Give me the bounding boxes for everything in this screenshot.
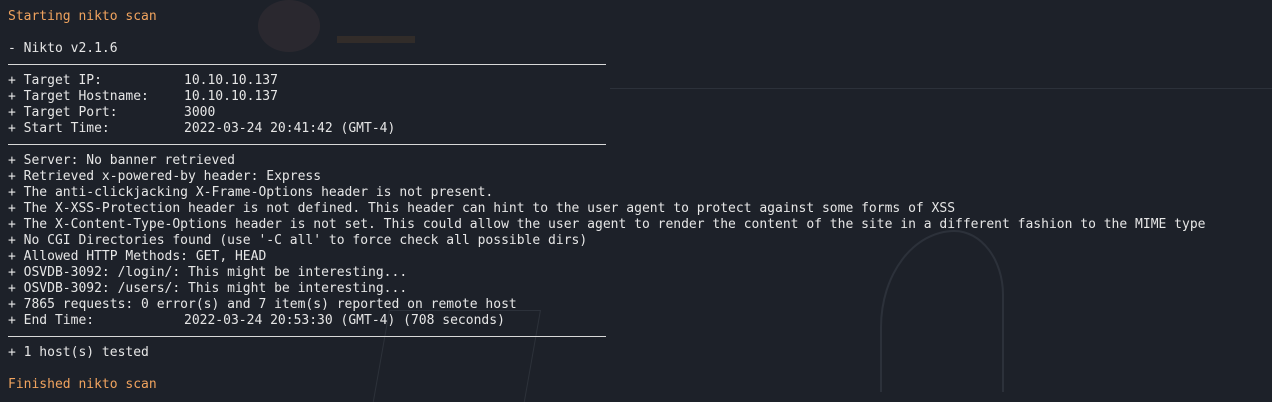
separator-line: [8, 64, 606, 65]
start-time-label: + Start Time:: [8, 121, 110, 136]
target-port-row: + Target Port: 3000: [8, 105, 1268, 121]
target-hostname-label: + Target Hostname:: [8, 89, 149, 104]
end-time-value: 2022-03-24 20:53:30 (GMT-4) (708 seconds…: [184, 313, 505, 328]
finding-line: + Server: No banner retrieved: [8, 153, 235, 168]
end-time-label: + End Time:: [8, 313, 95, 328]
separator-line: [8, 336, 606, 337]
finding-line: + The X-XSS-Protection header is not def…: [8, 201, 956, 216]
finding-line: + No CGI Directories found (use '-C all'…: [8, 233, 588, 248]
terminal-output: Starting nikto scan - Nikto v2.1.6 + Tar…: [8, 9, 1268, 393]
start-time-row: + Start Time: 2022-03-24 20:41:42 (GMT-4…: [8, 121, 1268, 137]
finding-line: + 7865 requests: 0 error(s) and 7 item(s…: [8, 297, 517, 312]
start-time-value: 2022-03-24 20:41:42 (GMT-4): [184, 121, 396, 136]
finding-line: + Allowed HTTP Methods: GET, HEAD: [8, 249, 267, 264]
target-ip-row: + Target IP: 10.10.10.137: [8, 73, 1268, 89]
separator-line: [8, 144, 606, 145]
target-hostname-row: + Target Hostname: 10.10.10.137: [8, 89, 1268, 105]
hosts-tested: + 1 host(s) tested: [8, 345, 149, 360]
scan-finish-message: Finished nikto scan: [8, 377, 157, 392]
target-ip-value: 10.10.10.137: [184, 73, 278, 88]
finding-line: + The X-Content-Type-Options header is n…: [8, 217, 1206, 232]
target-ip-label: + Target IP:: [8, 73, 102, 88]
finding-line: + Retrieved x-powered-by header: Express: [8, 169, 322, 184]
target-port-label: + Target Port:: [8, 105, 118, 120]
finding-line: + OSVDB-3092: /login/: This might be int…: [8, 265, 408, 280]
target-hostname-value: 10.10.10.137: [184, 89, 278, 104]
target-port-value: 3000: [184, 105, 216, 120]
nikto-version: - Nikto v2.1.6: [8, 41, 118, 56]
finding-line: + OSVDB-3092: /users/: This might be int…: [8, 281, 408, 296]
end-time-row: + End Time: 2022-03-24 20:53:30 (GMT-4) …: [8, 313, 1268, 329]
finding-line: + The anti-clickjacking X-Frame-Options …: [8, 185, 494, 200]
scan-start-message: Starting nikto scan: [8, 9, 157, 24]
